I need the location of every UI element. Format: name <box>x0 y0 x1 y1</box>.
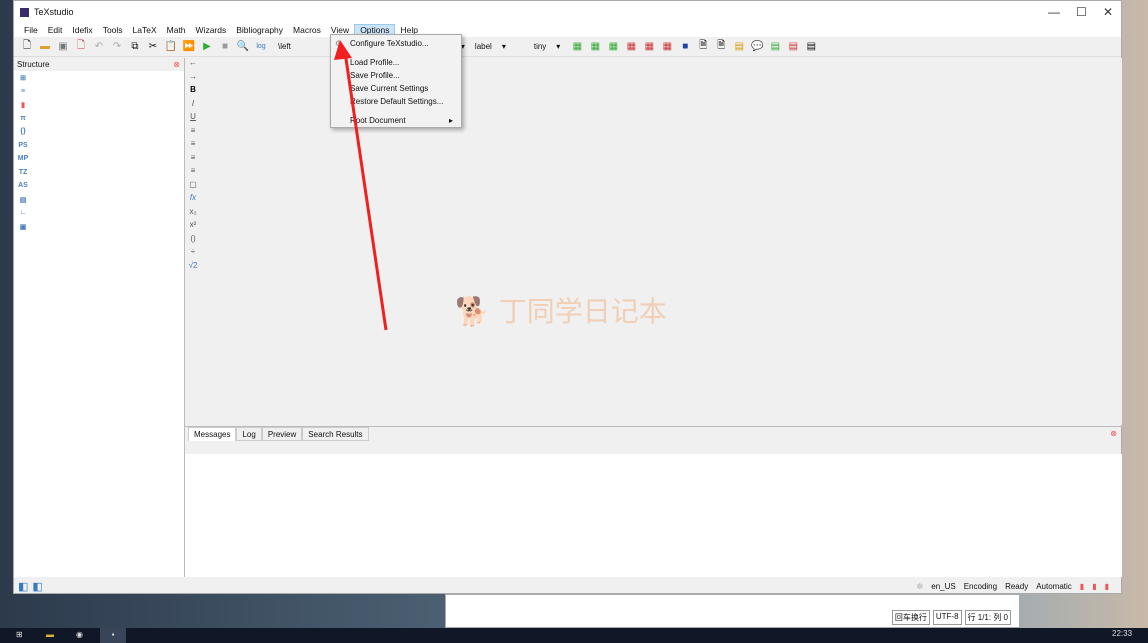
position-status: 行 1/1: 列 0 <box>964 610 1011 625</box>
taskbar: ⊞ ▬ ◉ ▪ 22:33 <box>0 628 1148 643</box>
background-window: 回车换行 UTF-8 行 1/1: 列 0 <box>445 594 1020 628</box>
taskbar-app-icon[interactable]: ◉ <box>76 630 83 639</box>
texstudio-taskbar-icon[interactable]: ▪ <box>100 628 126 643</box>
watermark: 🐕 丁同学日记本 <box>455 295 667 328</box>
encoding-status: UTF-8 <box>932 610 962 625</box>
eol-status: 回车换行 <box>891 610 930 625</box>
clock: 22:33 <box>1112 629 1133 638</box>
start-icon[interactable]: ⊞ <box>16 630 23 639</box>
watermark-text: 丁同学日记本 <box>498 295 667 328</box>
explorer-icon[interactable]: ▬ <box>46 630 54 639</box>
